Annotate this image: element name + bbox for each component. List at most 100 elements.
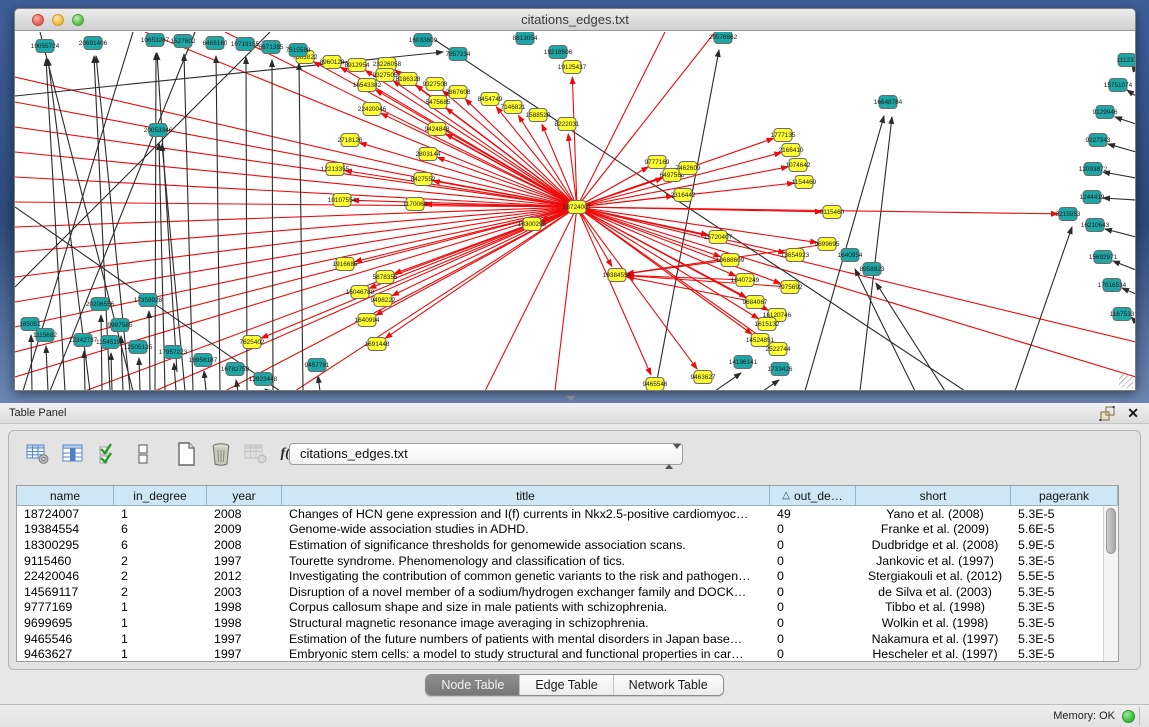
graph-node[interactable]: 2718126: [338, 134, 363, 147]
graph-node[interactable]: 1640994: [355, 314, 380, 327]
graph-node[interactable]: 12093872: [1079, 163, 1108, 176]
column-header-pagerank[interactable]: pagerank: [1011, 486, 1118, 506]
table-selector-dropdown[interactable]: citations_edges.txt: [289, 443, 683, 465]
tab-network-table[interactable]: Network Table: [613, 675, 723, 695]
graph-node[interactable]: 9463627: [691, 371, 716, 384]
graph-node[interactable]: 6466160: [203, 37, 228, 50]
graph-node[interactable]: 10688609: [716, 254, 745, 267]
table-row[interactable]: 1456911722003Disruption of a novel membe…: [17, 584, 1118, 600]
graph-node[interactable]: 19958187: [189, 354, 218, 367]
graph-node[interactable]: 14196141: [729, 356, 758, 369]
graph-node[interactable]: 20206556: [86, 298, 115, 311]
table-scrollbar[interactable]: [1103, 506, 1118, 661]
graph-node[interactable]: 12342737: [69, 334, 98, 347]
graph-node[interactable]: 9684067: [743, 296, 768, 309]
column-header-name[interactable]: name: [17, 486, 114, 506]
table-options-button[interactable]: [25, 441, 51, 467]
graph-node[interactable]: 2166410: [779, 144, 804, 157]
column-header-short[interactable]: short: [856, 486, 1011, 506]
graph-node[interactable]: 5475685: [426, 96, 451, 109]
graph-node[interactable]: 1615132: [755, 318, 780, 331]
window-resize-grip[interactable]: [1119, 374, 1133, 388]
graph-node[interactable]: 19384554: [603, 269, 632, 282]
graph-node[interactable]: 8454749: [478, 93, 503, 106]
network-graph[interactable]: 1872400775638228960128891295423226058932…: [15, 32, 1135, 390]
delete-table-button[interactable]: [208, 441, 234, 467]
table-row[interactable]: 911546021997Tourette syndrome. Phenomeno…: [17, 553, 1118, 569]
select-columns-button[interactable]: [95, 441, 121, 467]
graph-node[interactable]: 9457791: [305, 359, 330, 372]
column-header-in_degree[interactable]: in_degree: [114, 486, 207, 506]
graph-node[interactable]: 1588520: [526, 109, 551, 122]
graph-node[interactable]: 1916685: [333, 258, 358, 271]
graph-node[interactable]: 17957223: [159, 346, 188, 359]
graph-node[interactable]: 7462609: [676, 162, 701, 175]
graph-node[interactable]: 1733426: [768, 363, 793, 376]
graph-node[interactable]: 16648784: [874, 96, 903, 109]
graph-node[interactable]: 9129946: [1093, 106, 1118, 119]
graph-node[interactable]: 1691448: [365, 338, 390, 351]
graph-node[interactable]: 8912954: [345, 59, 370, 72]
graph-node[interactable]: 15720407: [704, 231, 733, 244]
graph-node[interactable]: 1244419: [1080, 191, 1105, 204]
graph-node[interactable]: 6671385: [259, 41, 284, 54]
new-table-button[interactable]: [173, 441, 199, 467]
table-row[interactable]: 1938455462009Genome-wide association stu…: [17, 522, 1118, 538]
graph-node[interactable]: 9465546: [643, 378, 668, 391]
table-row[interactable]: 1830029562008Estimation of significance …: [17, 537, 1118, 553]
graph-node[interactable]: 9327505: [373, 69, 398, 82]
graph-node[interactable]: 7625402: [240, 336, 265, 349]
graph-node[interactable]: 17359928: [134, 294, 163, 307]
graph-node[interactable]: 8960128: [320, 56, 345, 69]
table-row[interactable]: 946554611997Estimation of the future num…: [17, 631, 1118, 647]
graph-node[interactable]: 8427552: [411, 173, 436, 186]
tab-edge-table[interactable]: Edge Table: [519, 675, 612, 695]
graph-node[interactable]: 8958923: [860, 263, 885, 276]
graph-node[interactable]: 9115460: [820, 206, 845, 219]
graph-node[interactable]: 10719155: [231, 38, 260, 51]
table-row[interactable]: 977716911998Corpus callosum shape and si…: [17, 600, 1118, 616]
graph-node[interactable]: 19055724: [31, 40, 60, 53]
graph-node[interactable]: 20691406: [79, 37, 108, 50]
tab-node-table[interactable]: Node Table: [426, 675, 519, 695]
row-height-button[interactable]: [130, 441, 156, 467]
graph-node[interactable]: 10653287: [141, 34, 170, 47]
graph-node[interactable]: 19125437: [558, 61, 587, 74]
graph-node[interactable]: 15751074: [1104, 79, 1133, 92]
column-header-year[interactable]: year: [207, 486, 282, 506]
graph-node[interactable]: 2316442: [671, 189, 696, 202]
graph-node[interactable]: 20576862: [709, 32, 738, 44]
close-window-button[interactable]: [32, 14, 44, 26]
graph-node[interactable]: 11545194: [96, 336, 124, 349]
scrollbar-thumb[interactable]: [1106, 508, 1116, 554]
graph-node[interactable]: 1777135: [771, 129, 796, 142]
graph-node[interactable]: 16782759: [221, 363, 250, 376]
graph-node[interactable]: 1170064: [403, 198, 428, 211]
graph-node[interactable]: 8813054: [513, 32, 538, 45]
graph-node[interactable]: 9327508: [423, 78, 448, 91]
graph-node[interactable]: 9227343: [1086, 134, 1111, 147]
column-header-out_de[interactable]: △out_de…: [770, 486, 856, 506]
graph-node[interactable]: 9424848: [425, 123, 450, 136]
show-column-button[interactable]: [60, 441, 86, 467]
graph-node[interactable]: 8215953: [1056, 208, 1081, 221]
graph-node[interactable]: 17016534: [1098, 279, 1127, 292]
table-row[interactable]: 2242004622012Investigating the contribut…: [17, 568, 1118, 584]
graph-node[interactable]: 2803144: [416, 148, 441, 161]
graph-node[interactable]: 9498222: [371, 294, 396, 307]
graph-node[interactable]: 9699695: [815, 238, 840, 251]
graph-node[interactable]: 1527602: [171, 35, 196, 48]
graph-node[interactable]: 7857234: [446, 48, 471, 61]
graph-node[interactable]: 1640954: [838, 249, 863, 262]
graph-node[interactable]: 9997585: [108, 319, 133, 332]
graph-node[interactable]: 111237: [1117, 54, 1135, 67]
graph-node[interactable]: 7146821: [501, 101, 526, 114]
graph-node[interactable]: 7975692: [778, 281, 803, 294]
graph-node[interactable]: 1167533: [1110, 308, 1135, 321]
panel-divider-handle[interactable]: [566, 396, 576, 402]
table-row[interactable]: 1872400712008Changes of HCN gene express…: [17, 506, 1118, 522]
graph-node[interactable]: 9777169: [645, 156, 670, 169]
graph-node[interactable]: 2522744: [766, 343, 791, 356]
table-row[interactable]: 969969511998Structural magnetic resonanc…: [17, 615, 1118, 631]
float-panel-icon[interactable]: [1099, 406, 1115, 421]
